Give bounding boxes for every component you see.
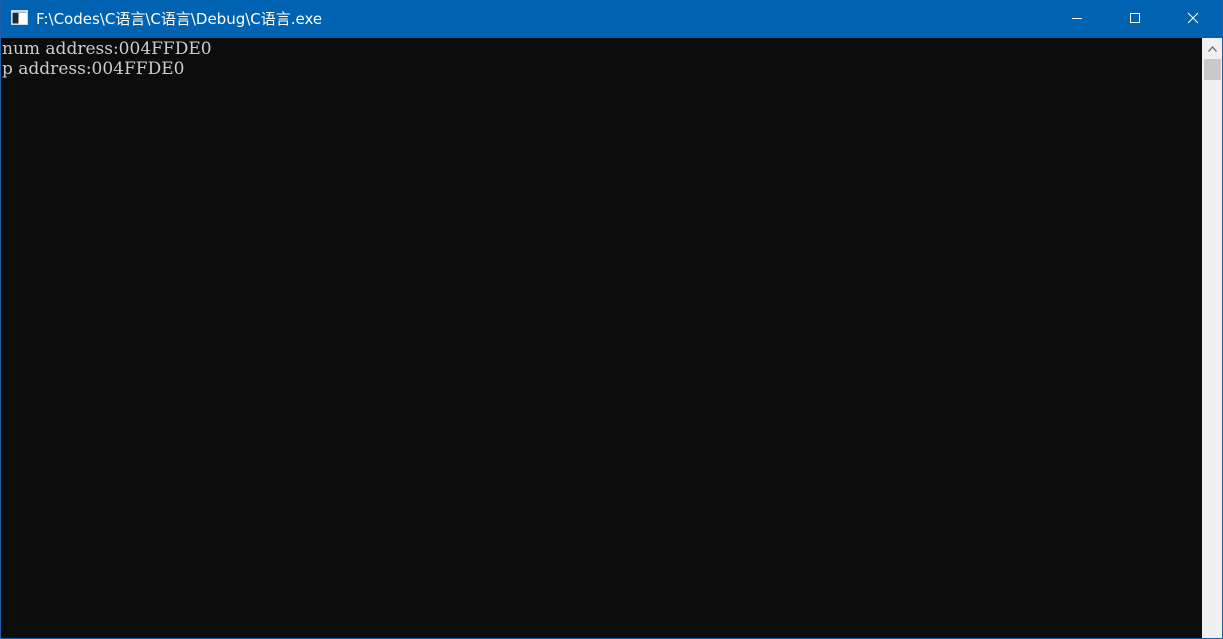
vertical-scrollbar[interactable] <box>1202 38 1222 638</box>
chevron-up-icon <box>1208 39 1217 57</box>
maximize-icon <box>1129 10 1141 28</box>
window-title: F:\Codes\C语言\C语言\Debug\C语言.exe <box>36 10 323 28</box>
close-button[interactable] <box>1164 0 1222 38</box>
minimize-icon <box>1071 10 1083 28</box>
title-bar[interactable]: F:\Codes\C语言\C语言\Debug\C语言.exe <box>1 0 1222 38</box>
scroll-up-button[interactable] <box>1202 38 1222 58</box>
console-line-num-address: num address:004FFDE0 <box>2 39 212 59</box>
minimize-button[interactable] <box>1048 0 1106 38</box>
scrollbar-thumb[interactable] <box>1204 59 1221 80</box>
console-line-p-address: p address:004FFDE0 <box>2 59 185 79</box>
console-output[interactable]: num address:004FFDE0 p address:004FFDE0 <box>1 38 1201 638</box>
maximize-button[interactable] <box>1106 0 1164 38</box>
close-icon <box>1187 10 1199 28</box>
console-app-icon[interactable] <box>11 10 28 25</box>
console-window: F:\Codes\C语言\C语言\Debug\C语言.exe num addre… <box>0 0 1223 639</box>
